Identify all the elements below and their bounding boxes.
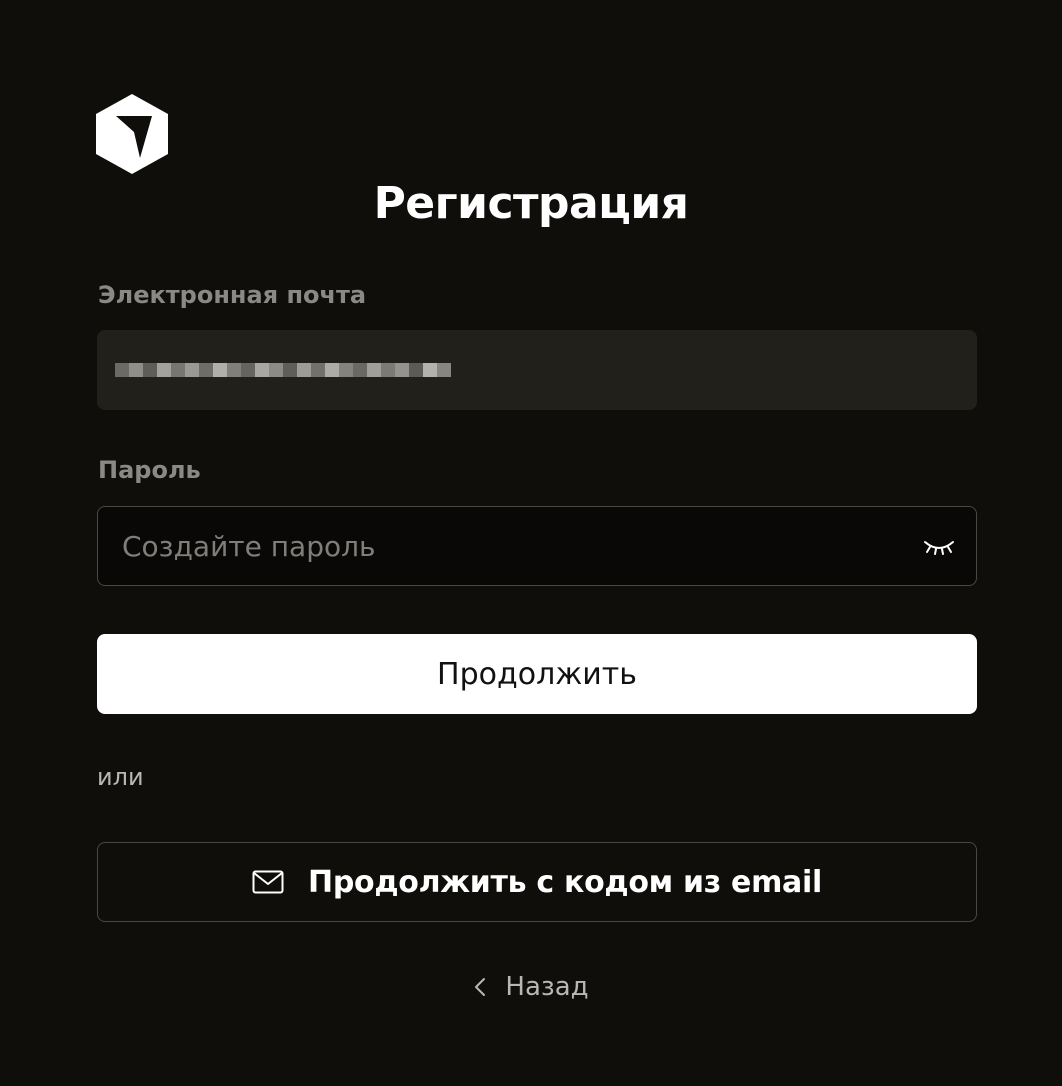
- page-title: Регистрация: [373, 178, 689, 229]
- email-code-button-label: Продолжить с кодом из email: [308, 864, 822, 900]
- or-separator-text: или: [97, 763, 144, 791]
- email-value-redacted: [115, 350, 451, 390]
- password-input[interactable]: [98, 507, 922, 585]
- logo-icon: [96, 94, 168, 174]
- back-link[interactable]: Назад: [0, 972, 1062, 1002]
- email-label: Электронная почта: [98, 281, 367, 309]
- email-field[interactable]: [97, 330, 977, 410]
- password-label: Пароль: [98, 456, 201, 484]
- envelope-icon: [252, 870, 284, 894]
- chevron-left-icon: [475, 978, 486, 996]
- back-link-label: Назад: [505, 972, 589, 1002]
- continue-button[interactable]: Продолжить: [97, 634, 977, 714]
- password-field-container: [97, 506, 977, 586]
- eye-closed-icon[interactable]: [922, 534, 956, 558]
- continue-with-email-code-button[interactable]: Продолжить с кодом из email: [97, 842, 977, 922]
